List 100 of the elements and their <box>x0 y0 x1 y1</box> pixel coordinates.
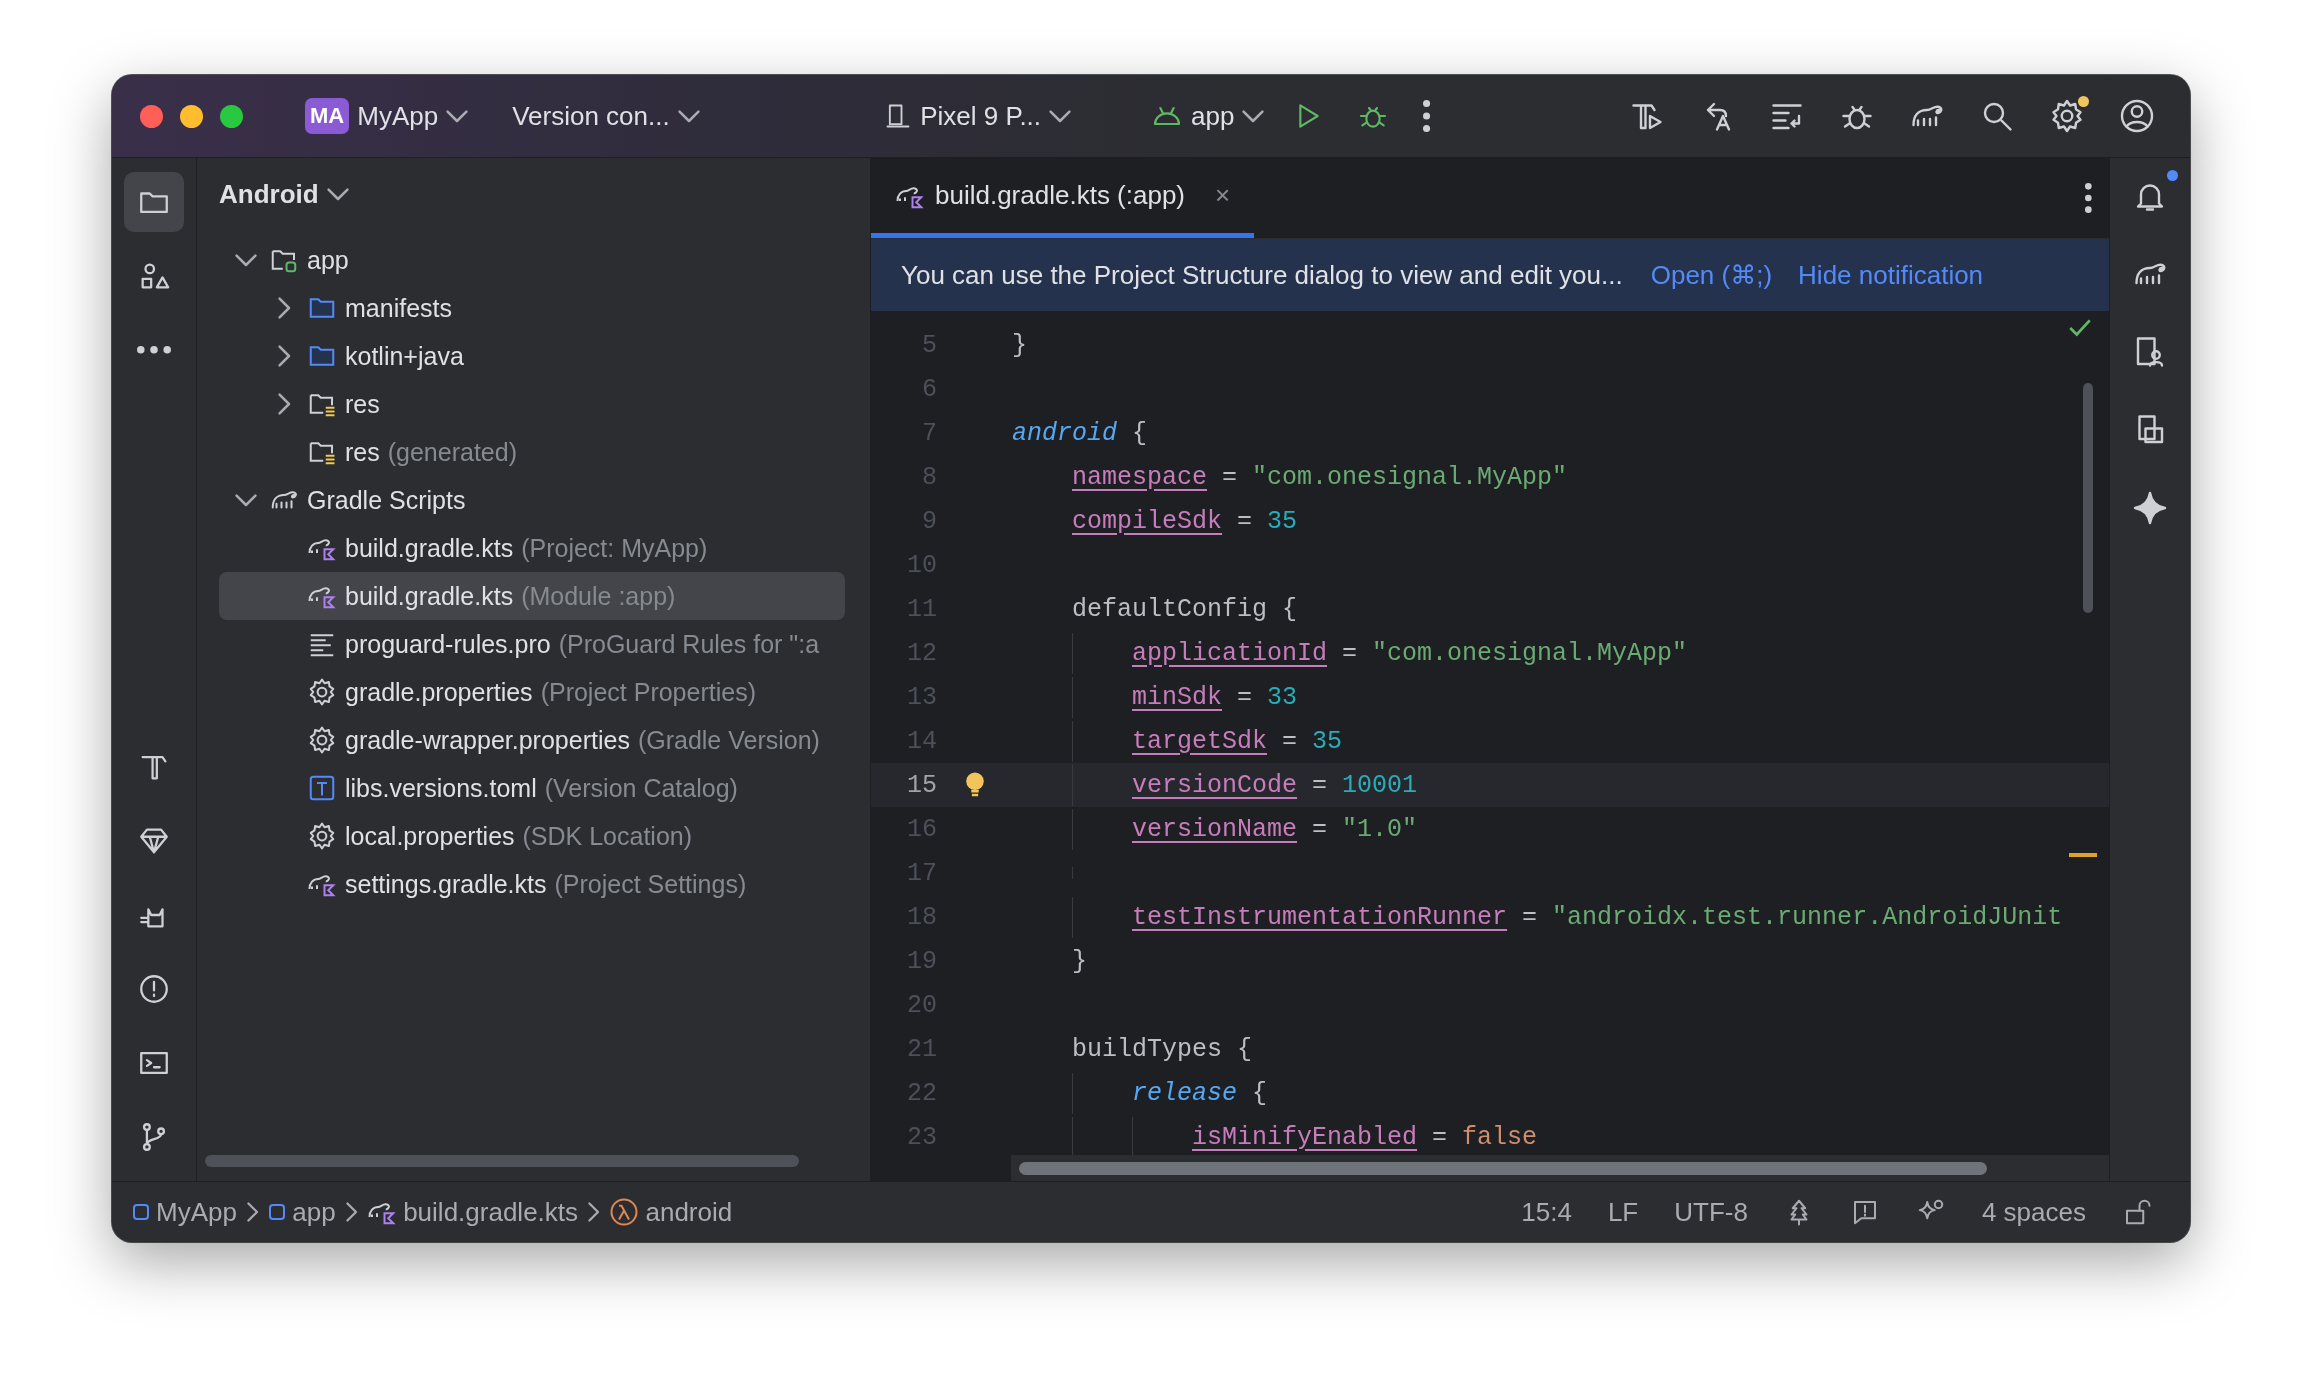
tree-item-label: settings.gradle.kts <box>345 869 547 899</box>
tree-item-label: proguard-rules.pro <box>345 629 551 659</box>
tree-item-label: res <box>345 389 380 419</box>
breadcrumb[interactable]: app <box>268 1196 336 1228</box>
module-icon <box>132 1203 150 1221</box>
tree-item-label: libs.versions.toml <box>345 773 537 803</box>
tree-item[interactable]: gradle-wrapper.properties (Gradle Version) <box>219 716 845 764</box>
tree-item[interactable]: res <box>219 380 845 428</box>
window-zoom-button[interactable] <box>220 104 243 128</box>
tree-item-hint: (Gradle Version) <box>637 725 820 755</box>
tree-item[interactable]: Gradle Scripts <box>219 476 845 524</box>
checkmark-icon <box>2067 317 2093 339</box>
warning-marker <box>2069 853 2097 857</box>
notification-link[interactable]: Open (⌘;) <box>1650 259 1773 291</box>
tree-item-label: kotlin+java <box>345 341 464 371</box>
code-line: } <box>1012 330 1027 360</box>
chevron-icon <box>326 187 349 201</box>
code-line: compileSdk = 35 <box>1072 506 1298 536</box>
settings-icon <box>307 821 337 851</box>
chevron-icon <box>235 493 257 507</box>
chevron-icon <box>1242 109 1265 123</box>
settings-icon <box>307 677 337 707</box>
tree-item-label: manifests <box>345 293 452 323</box>
breadcrumb[interactable]: android <box>609 1196 733 1228</box>
tree-item-label: Gradle Scripts <box>307 485 466 515</box>
tree-item-label: app <box>307 245 349 275</box>
tree-item[interactable]: gradle.properties (Project Properties) <box>219 668 845 716</box>
tree-item-label: gradle.properties <box>345 677 533 707</box>
tree-item-hint: (SDK Location) <box>522 821 693 851</box>
status-item[interactable]: 4 spaces <box>1963 1196 2104 1228</box>
tree-item[interactable]: res (generated) <box>219 428 845 476</box>
chevron-icon <box>677 109 700 123</box>
code-line: defaultConfig { <box>1072 594 1298 624</box>
chevron-icon <box>277 297 291 319</box>
tree-item-hint: (Module :app) <box>521 581 676 611</box>
notification-link[interactable]: Hide notification <box>1798 259 1984 291</box>
window-minimize-button[interactable] <box>180 104 203 128</box>
close-button[interactable]: × <box>1215 180 1231 211</box>
status-item[interactable]: 15:4 <box>1503 1196 1590 1228</box>
toml-file-icon <box>307 773 337 803</box>
code-line: } <box>1072 946 1087 976</box>
tree-item[interactable]: libs.versions.toml (Version Catalog) <box>219 764 845 812</box>
breadcrumb[interactable]: build.gradle.kts <box>367 1196 579 1228</box>
more-icon <box>1423 100 1431 132</box>
chevron-icon <box>1049 109 1072 123</box>
more-icon <box>137 346 171 354</box>
tree-item-hint: (ProGuard Rules for ":a <box>558 629 820 659</box>
code-line: release { <box>1132 1078 1268 1108</box>
chevron-icon <box>246 1202 259 1222</box>
chevron-icon <box>446 109 469 123</box>
tree-item-hint: (Project Settings) <box>554 869 747 899</box>
chevron-icon <box>345 1202 358 1222</box>
settings-icon <box>307 725 337 755</box>
notification-text: You can use the Project Structure dialog to view and edit you... <box>901 259 1623 291</box>
breadcrumb[interactable]: MyApp <box>132 1196 237 1228</box>
tree-item-hint: (Project Properties) <box>540 677 756 707</box>
sparkle-icon <box>2132 490 2168 526</box>
tree-item[interactable]: app <box>219 236 845 284</box>
tree-item-hint: (Project: MyApp) <box>521 533 708 563</box>
code-line: buildTypes { <box>1072 1034 1253 1064</box>
tree-item-hint: (generated) <box>387 437 517 467</box>
scrollbar[interactable] <box>2083 383 2093 613</box>
project-selector[interactable]: MA MyApp <box>295 92 479 140</box>
more-icon <box>2085 183 2092 213</box>
tree-item[interactable]: manifests <box>219 284 845 332</box>
code-line: minSdk = 33 <box>1132 682 1298 712</box>
tree-item[interactable]: kotlin+java <box>219 332 845 380</box>
tree-item[interactable]: build.gradle.kts (Project: MyApp) <box>219 524 845 572</box>
window-close-button[interactable] <box>140 104 163 128</box>
tree-item-label: build.gradle.kts <box>345 581 514 611</box>
tree-item[interactable]: build.gradle.kts (Module :app) <box>219 572 845 620</box>
status-item[interactable]: LF <box>1589 1196 1657 1228</box>
status-item[interactable]: UTF-8 <box>1656 1196 1766 1228</box>
scrollbar[interactable] <box>1019 1162 1987 1175</box>
scrollbar[interactable] <box>205 1155 799 1167</box>
code-line: applicationId = "com.onesignal.MyApp" <box>1132 638 1688 668</box>
code-line: versionCode = 10001 <box>1132 770 1418 800</box>
tree-item-hint: (Version Catalog) <box>544 773 738 803</box>
project-view-selector[interactable]: Android <box>219 174 349 214</box>
tree-item-label: build.gradle.kts <box>345 533 514 563</box>
code-line: android { <box>1012 418 1148 448</box>
code-line: namespace = "com.onesignal.MyApp" <box>1072 462 1568 492</box>
device-selector[interactable]: Pixel 9 P... <box>874 94 1082 138</box>
tree-item-label: gradle-wrapper.properties <box>345 725 630 755</box>
tree-item[interactable]: local.properties (SDK Location) <box>219 812 845 860</box>
lambda-icon <box>609 1197 640 1227</box>
chevron-icon <box>588 1202 600 1222</box>
alert-icon <box>137 972 171 1006</box>
chevron-icon <box>277 345 291 367</box>
settings-icon <box>2049 98 2085 134</box>
line-number: 15 <box>906 770 937 800</box>
run-config-selector[interactable]: app <box>1141 94 1275 138</box>
tree-item[interactable]: settings.gradle.kts (Project Settings) <box>219 860 845 908</box>
vcs-selector[interactable]: Version con... <box>502 94 710 138</box>
chevron-icon <box>235 253 257 267</box>
tree-item[interactable]: proguard-rules.pro (ProGuard Rules for ":a <box>219 620 845 668</box>
tree-item-label: local.properties <box>345 821 515 851</box>
profile-icon <box>2119 98 2155 134</box>
code-line: versionName = "1.0" <box>1132 814 1418 844</box>
tool-window-button[interactable] <box>124 172 184 232</box>
